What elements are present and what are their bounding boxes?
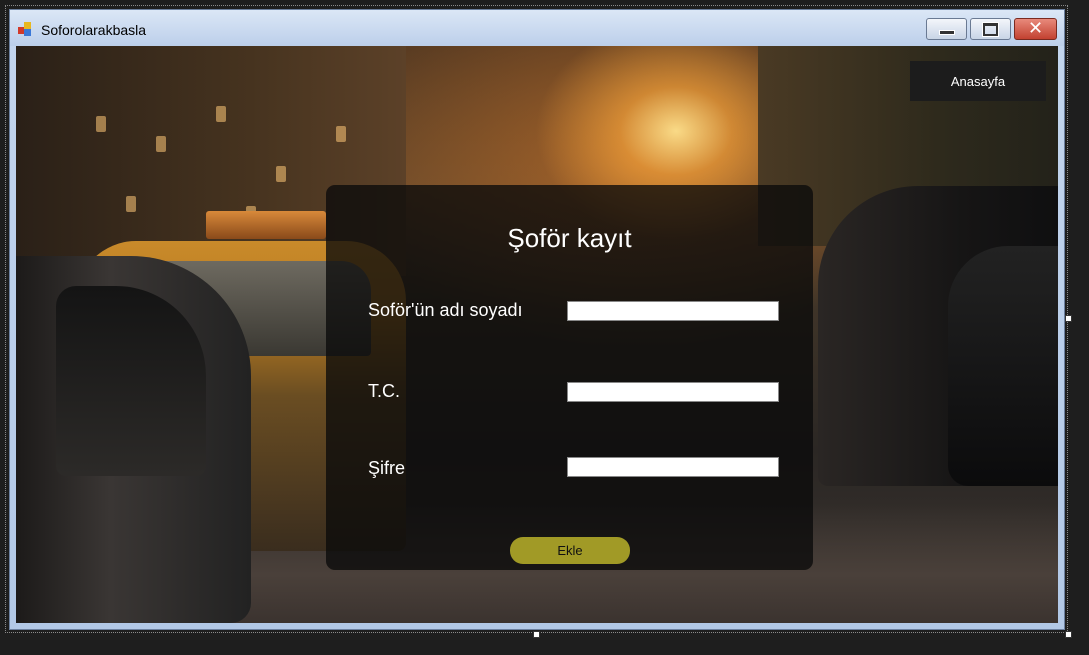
- name-field[interactable]: [567, 301, 779, 321]
- resize-handle-corner[interactable]: [1065, 631, 1072, 638]
- app-icon: [18, 22, 34, 36]
- minimize-button[interactable]: [926, 18, 967, 40]
- resize-handle-bottom[interactable]: [533, 631, 540, 638]
- maximize-icon: [983, 22, 998, 36]
- tc-label: T.C.: [368, 381, 401, 401]
- page-title: Şoför kayıt: [507, 223, 632, 253]
- background-car-right-front: [948, 246, 1058, 486]
- close-button[interactable]: ✕: [1014, 18, 1057, 40]
- window-title: Soforolarakbasla: [41, 22, 147, 38]
- title-bar[interactable]: Soforolarakbasla ✕: [10, 10, 1064, 46]
- registration-panel: Şoför kayıt Soför'ün adı soyadı T.C. Şif…: [326, 185, 813, 570]
- resize-handle-right[interactable]: [1065, 315, 1072, 322]
- background-taxi-sign: [206, 211, 326, 239]
- password-field[interactable]: [567, 457, 779, 477]
- minimize-icon: [938, 29, 955, 35]
- form-client-area: Anasayfa Şoför kayıt Soför'ün adı soyadı…: [16, 46, 1058, 623]
- tc-field[interactable]: [567, 382, 779, 402]
- app-window: Soforolarakbasla ✕ Anasayfa Şoför kayıt …: [9, 9, 1065, 630]
- password-label: Şifre: [368, 458, 406, 478]
- close-icon: ✕: [1027, 18, 1044, 39]
- home-button[interactable]: Anasayfa: [910, 61, 1046, 101]
- name-label: Soför'ün adı soyadı: [368, 300, 523, 320]
- add-button[interactable]: Ekle: [510, 537, 630, 564]
- maximize-button[interactable]: [970, 18, 1011, 40]
